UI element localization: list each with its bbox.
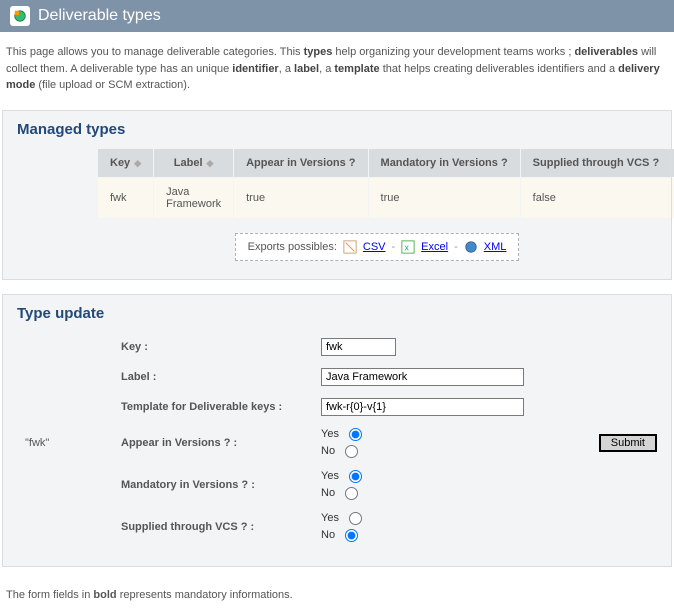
col-appear[interactable]: Appear in Versions ? xyxy=(234,149,367,177)
option-yes: Yes xyxy=(321,470,339,482)
option-no: No xyxy=(321,445,335,457)
label-vcs: Supplied through VCS ? : xyxy=(117,506,317,548)
csv-icon xyxy=(343,240,357,254)
excel-icon: x xyxy=(401,240,415,254)
option-no: No xyxy=(321,487,335,499)
label-input[interactable] xyxy=(321,368,524,386)
managed-types-panel: Managed types Key◆ Label◆ Appear in Vers… xyxy=(2,110,672,280)
cell-mandatory: true xyxy=(369,178,520,218)
cell-vcs: false xyxy=(521,178,672,218)
option-yes: Yes xyxy=(321,512,339,524)
label-key: Key : xyxy=(117,332,317,362)
page-title-bar: Deliverable types xyxy=(0,0,674,32)
label-label: Label : xyxy=(117,362,317,392)
intro-text: This page allows you to manage deliverab… xyxy=(0,32,674,106)
page-title: Deliverable types xyxy=(38,7,161,25)
export-xml-link[interactable]: XML xyxy=(484,241,507,253)
vcs-no-radio[interactable] xyxy=(345,529,358,542)
types-table: Key◆ Label◆ Appear in Versions ? Mandato… xyxy=(97,148,674,219)
exports-label: Exports possibles: xyxy=(248,241,337,253)
xml-icon xyxy=(464,240,478,254)
col-label[interactable]: Label◆ xyxy=(154,149,233,177)
table-row: fwk Java Framework true true false ➦ xyxy=(98,178,674,218)
type-update-heading: Type update xyxy=(17,305,657,322)
col-vcs[interactable]: Supplied through VCS ? xyxy=(521,149,672,177)
mandatory-yes-radio[interactable] xyxy=(349,470,362,483)
managed-types-heading: Managed types xyxy=(17,121,657,138)
footnote: The form fields in bold represents manda… xyxy=(0,581,674,609)
key-input[interactable] xyxy=(321,338,396,356)
export-csv-link[interactable]: CSV xyxy=(363,241,386,253)
col-mandatory[interactable]: Mandatory in Versions ? xyxy=(369,149,520,177)
appear-no-radio[interactable] xyxy=(345,445,358,458)
exports-bar: Exports possibles: CSV - x Excel - XML xyxy=(235,233,520,261)
option-yes: Yes xyxy=(321,428,339,440)
sort-icon: ◆ xyxy=(207,158,214,168)
template-input[interactable] xyxy=(321,398,524,416)
option-no: No xyxy=(321,529,335,541)
appear-yes-radio[interactable] xyxy=(349,428,362,441)
col-key[interactable]: Key◆ xyxy=(98,149,153,177)
side-entity-name: "fwk" xyxy=(17,422,117,464)
mandatory-no-radio[interactable] xyxy=(345,487,358,500)
cell-label: Java Framework xyxy=(154,178,233,218)
cell-key: fwk xyxy=(98,178,153,218)
type-update-panel: Type update Key : Label : Template for D… xyxy=(2,294,672,567)
vcs-yes-radio[interactable] xyxy=(349,512,362,525)
cell-appear: true xyxy=(234,178,367,218)
deliverable-types-icon xyxy=(10,6,30,26)
label-appear: Appear in Versions ? : xyxy=(117,422,317,464)
sort-icon: ◆ xyxy=(134,158,141,168)
label-mandatory: Mandatory in Versions ? : xyxy=(117,464,317,506)
export-excel-link[interactable]: Excel xyxy=(421,241,448,253)
submit-button[interactable] xyxy=(599,434,657,452)
svg-text:x: x xyxy=(405,242,410,252)
label-template: Template for Deliverable keys : xyxy=(117,392,317,422)
